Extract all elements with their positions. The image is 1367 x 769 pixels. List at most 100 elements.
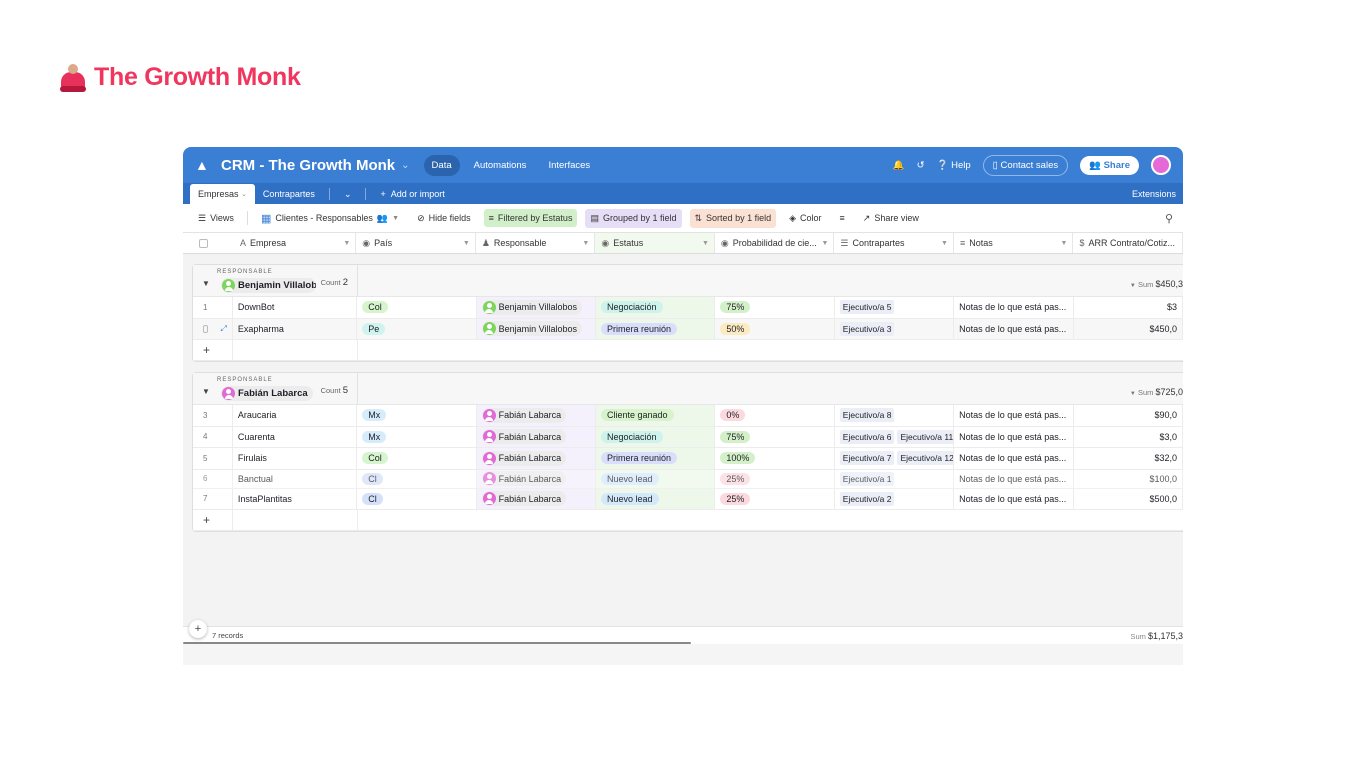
plus-icon[interactable]: + (193, 510, 233, 530)
empresa-cell[interactable]: Araucaria (233, 405, 358, 426)
help-button[interactable]: ❔ Help (937, 160, 971, 171)
expand-record-icon[interactable]: ⤢ (220, 324, 226, 334)
filter-button[interactable]: ≡ Filtered by Estatus (483, 209, 578, 227)
contrapartes-cell[interactable]: Ejecutivo/a 8 (835, 405, 955, 426)
group-sum[interactable]: ▼ Sum $725,0 (1130, 387, 1183, 397)
estatus-cell[interactable]: Nuevo lead (596, 488, 716, 509)
collapse-triangle-icon[interactable]: ▼ (202, 387, 210, 396)
base-name[interactable]: CRM - The Growth Monk (221, 157, 395, 174)
responsable-cell[interactable]: Fabián Labarca (476, 469, 596, 488)
column-header-arr[interactable]: $ ARR Contrato/Cotiz... (1073, 233, 1183, 253)
add-record-button[interactable]: + (189, 620, 207, 638)
group-header[interactable]: RESPONSABLE ▼ Benjamin Villalob Count 2 … (193, 265, 1183, 297)
responsable-cell[interactable]: Fabián Labarca (476, 426, 596, 447)
more-tables-icon[interactable]: ⌄ (336, 184, 360, 204)
contrapartes-cell[interactable]: Ejecutivo/a 1 (835, 469, 955, 488)
chevron-down-icon[interactable]: ▼ (582, 240, 589, 247)
add-row-button[interactable]: + (193, 340, 1183, 361)
history-icon[interactable]: ↺ (917, 160, 925, 171)
color-button[interactable]: ◈ Color (784, 209, 826, 228)
empresa-cell[interactable]: Firulais (233, 448, 358, 469)
empresa-cell[interactable]: Exapharma (233, 318, 358, 339)
sort-button[interactable]: ⇅ Sorted by 1 field (689, 208, 777, 228)
arr-cell[interactable]: $3 (1074, 297, 1183, 318)
add-row-button[interactable]: + (193, 510, 1183, 531)
group-button[interactable]: ▤ Grouped by 1 field (585, 208, 682, 228)
row-checkbox[interactable] (203, 324, 209, 333)
pais-cell[interactable]: Pe (357, 318, 477, 339)
contrapartes-cell[interactable]: Ejecutivo/a 6 Ejecutivo/a 11 (835, 426, 955, 447)
plus-icon[interactable]: + (193, 340, 233, 360)
view-switcher[interactable]: ▦ Clientes - Responsables 👥 ▼ (256, 208, 404, 229)
table-row[interactable]: 3 Araucaria Mx Fabián Labarca Cliente ga… (193, 405, 1183, 427)
probabilidad-cell[interactable]: 50% (715, 318, 835, 339)
contrapartes-cell[interactable]: Ejecutivo/a 5 (835, 297, 955, 318)
chevron-down-icon[interactable]: ▼ (343, 240, 350, 247)
select-all-checkbox[interactable] (199, 238, 208, 248)
table-row[interactable]: 7 InstaPlantitas Cl Fabián Labarca Nuevo… (193, 488, 1183, 510)
responsable-cell[interactable]: Fabián Labarca (476, 488, 596, 509)
column-header-empresa[interactable]: A Empresa ▼ (183, 233, 357, 253)
contact-sales-button[interactable]: ▯ Contact sales (982, 154, 1069, 176)
row-height-button[interactable]: ≡ (835, 209, 850, 227)
column-header-estatus[interactable]: ◉ Estatus ▼ (595, 233, 715, 253)
empresa-cell[interactable]: Cuarenta (233, 426, 358, 447)
footer-sum[interactable]: Sum $1,175,3 (1130, 631, 1183, 641)
group-header[interactable]: RESPONSABLE ▼ Fabián Labarca Count 5 ▼ S… (193, 373, 1183, 405)
table-row[interactable]: 1 DownBot Col Benjamin Villalobos Negoci… (193, 297, 1183, 319)
group-sum[interactable]: ▼ Sum $450,3 (1130, 279, 1183, 289)
estatus-cell[interactable]: Primera reunión (596, 448, 716, 469)
responsable-cell[interactable]: Fabián Labarca (476, 405, 596, 426)
chevron-down-icon[interactable]: ▼ (702, 240, 709, 247)
probabilidad-cell[interactable]: 100% (715, 448, 835, 469)
responsable-cell[interactable]: Fabián Labarca (476, 448, 596, 469)
arr-cell[interactable]: $90,0 (1074, 405, 1183, 426)
notas-cell[interactable]: Notas de lo que está pas... (954, 318, 1074, 339)
bell-icon[interactable]: 🔔 (893, 160, 905, 171)
chevron-down-icon[interactable]: ▼ (941, 240, 948, 247)
arr-cell[interactable]: $500,0 (1074, 488, 1183, 509)
pais-cell[interactable]: Cl (357, 488, 477, 509)
arr-cell[interactable]: $3,0 (1074, 426, 1183, 447)
empresa-cell[interactable]: Banctual (233, 469, 358, 488)
probabilidad-cell[interactable]: 25% (715, 488, 835, 509)
tab-automations[interactable]: Automations (466, 155, 535, 176)
collapse-triangle-icon[interactable]: ▼ (202, 279, 210, 288)
arr-cell[interactable]: $100,0 (1074, 469, 1183, 488)
arr-cell[interactable]: $450,0 (1074, 318, 1183, 339)
estatus-cell[interactable]: Primera reunión (596, 318, 716, 339)
column-header-notas[interactable]: ≡ Notas ▼ (954, 233, 1074, 253)
views-button[interactable]: ☰ Views (193, 209, 239, 228)
pais-cell[interactable]: Mx (357, 405, 477, 426)
user-avatar[interactable] (1151, 155, 1171, 175)
share-button[interactable]: 👥 Share (1080, 155, 1139, 175)
pais-cell[interactable]: Col (357, 448, 477, 469)
estatus-cell[interactable]: Cliente ganado (596, 405, 716, 426)
chevron-down-icon[interactable]: ⌄ (241, 190, 247, 198)
probabilidad-cell[interactable]: 0% (715, 405, 835, 426)
pais-cell[interactable]: Mx (357, 426, 477, 447)
column-header-pais[interactable]: ◉ País ▼ (356, 233, 476, 253)
add-import-button[interactable]: + Add or import (372, 184, 452, 204)
column-header-responsable[interactable]: ♟ Responsable ▼ (476, 233, 596, 253)
estatus-cell[interactable]: Negociación (596, 426, 716, 447)
pais-cell[interactable]: Col (357, 297, 477, 318)
extensions-button[interactable]: Extensions (1132, 184, 1183, 204)
contrapartes-cell[interactable]: Ejecutivo/a 3 (835, 318, 955, 339)
empresa-cell[interactable]: DownBot (233, 297, 358, 318)
tab-data[interactable]: Data (423, 154, 460, 176)
estatus-cell[interactable]: Negociación (596, 297, 716, 318)
search-icon[interactable]: ⚲ (1165, 212, 1173, 225)
table-row[interactable]: 5 Firulais Col Fabián Labarca Primera re… (193, 448, 1183, 470)
chevron-down-icon[interactable]: ⌄ (401, 160, 409, 171)
arr-cell[interactable]: $32,0 (1074, 448, 1183, 469)
tab-interfaces[interactable]: Interfaces (540, 155, 598, 176)
table-tab-contrapartes[interactable]: Contrapartes (255, 184, 323, 204)
responsable-cell[interactable]: Benjamin Villalobos (476, 297, 596, 318)
probabilidad-cell[interactable]: 75% (715, 297, 835, 318)
row-checkbox-cell[interactable]: ⤢ (193, 318, 233, 339)
table-row[interactable]: 6 Banctual Cl Fabián Labarca Nuevo lead … (193, 469, 1183, 489)
table-row[interactable]: ⤢ Exapharma Pe Benjamin Villalobos Prime… (193, 318, 1183, 340)
notas-cell[interactable]: Notas de lo que está pas... (954, 448, 1074, 469)
empresa-cell[interactable]: InstaPlantitas (233, 488, 358, 509)
